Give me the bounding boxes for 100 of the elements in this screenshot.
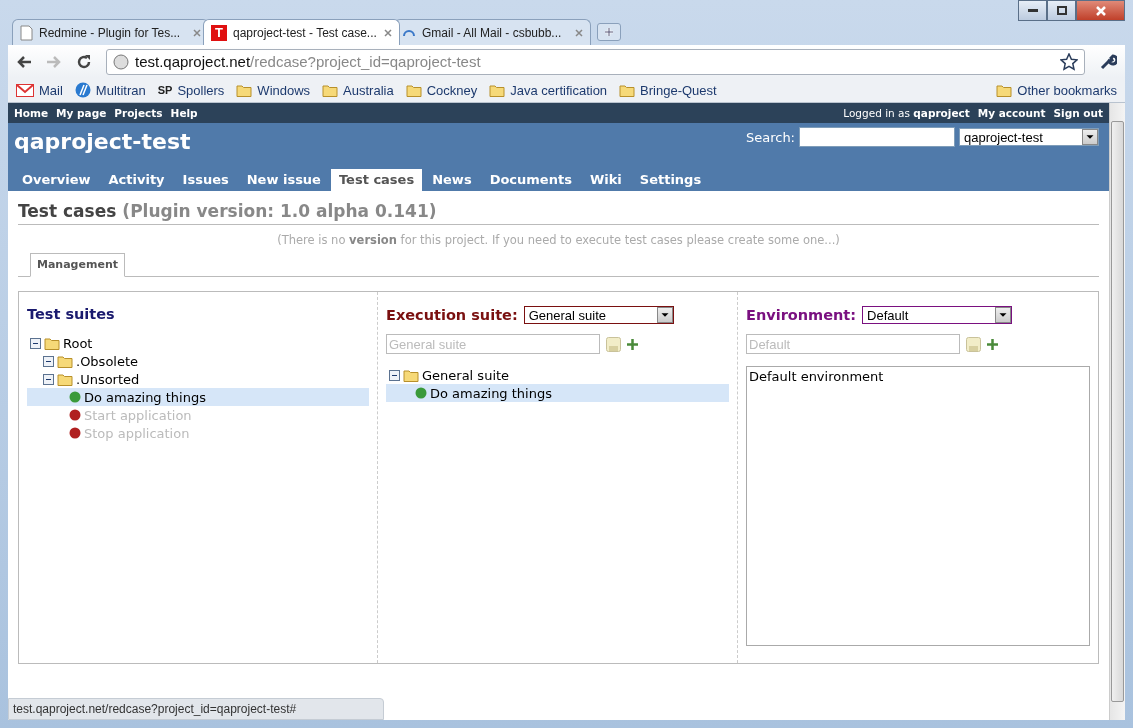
tree-folder[interactable]: Root	[27, 334, 369, 352]
folder-icon	[44, 336, 60, 350]
suite-name-field[interactable]: General suite	[386, 334, 600, 354]
top-menu-link[interactable]: My page	[56, 107, 107, 119]
top-menu-link[interactable]: Projects	[114, 107, 163, 119]
site-logo: SP	[157, 84, 173, 96]
bookmark-label: Multitran	[95, 82, 146, 98]
tree-folder[interactable]: General suite	[386, 366, 729, 384]
close-button[interactable]	[1076, 0, 1125, 21]
bookmark-link[interactable]: Windows	[236, 82, 311, 98]
project-tab[interactable]: Issues	[174, 169, 237, 191]
sub-tab[interactable]: Management	[30, 253, 125, 277]
bookmark-label: Bringe-Quest	[640, 82, 717, 98]
bookmark-link[interactable]: Bringe-Quest	[619, 82, 717, 98]
bookmark-label: Australia	[343, 82, 394, 98]
status-bar-url: test.qaproject.net/redcase?project_id=qaproject-test#	[8, 698, 384, 720]
collapse-icon[interactable]	[389, 369, 400, 381]
test-case-item[interactable]: Do amazing things	[27, 388, 369, 406]
bookmark-link[interactable]: Mail	[16, 82, 63, 98]
account-link[interactable]: Sign out	[1053, 107, 1103, 119]
star-icon[interactable]	[1060, 52, 1078, 71]
notice-text: (There is no version for this project. If you need to execute test cases please create some one...)	[276, 233, 841, 247]
top-menu-link[interactable]: Help	[170, 107, 198, 119]
project-tab[interactable]: New issue	[238, 169, 329, 191]
column-title: Environment:	[746, 307, 857, 323]
test-case-item[interactable]: Do amazing things	[386, 384, 729, 402]
page-heading: Test cases	[18, 201, 117, 221]
browser-tab[interactable]: T qaproject-test - Test case...	[203, 19, 400, 45]
column-title: Execution suite:	[386, 307, 518, 323]
bookmark-link[interactable]: Java certification	[489, 82, 608, 98]
folder-icon	[403, 368, 419, 382]
account-link[interactable]: My account	[977, 107, 1046, 119]
bookmark-label: Spollers	[177, 82, 225, 98]
environment-description[interactable]: Default environment	[746, 366, 1090, 646]
search-field[interactable]	[799, 127, 955, 147]
bookmark-label: Windows	[257, 82, 311, 98]
bookmark-link[interactable]: Multitran	[74, 82, 146, 98]
bookmark-link[interactable]: SP Spollers	[157, 82, 225, 98]
folder-icon	[57, 372, 73, 386]
close-icon[interactable]	[193, 28, 201, 37]
column-title: Test suites	[27, 306, 116, 322]
close-icon[interactable]	[575, 28, 583, 37]
loading-spinner-icon	[402, 28, 416, 37]
environment-name-field[interactable]: Default	[746, 334, 960, 354]
collapse-icon[interactable]	[30, 337, 41, 349]
environment-select[interactable]: Default	[862, 306, 1013, 324]
site-logo: T	[211, 24, 227, 41]
folder-icon	[322, 83, 339, 97]
dropdown-caret-icon	[656, 307, 673, 323]
bookmark-link[interactable]: Australia	[322, 82, 394, 98]
reload-icon[interactable]	[76, 53, 92, 70]
folder-icon	[619, 83, 636, 97]
scrollbar[interactable]	[1109, 103, 1125, 720]
collapse-icon[interactable]	[43, 355, 54, 367]
project-tab[interactable]: Overview	[14, 169, 99, 191]
project-tab[interactable]: Activity	[100, 169, 173, 191]
suite-select[interactable]: General suite	[523, 306, 674, 324]
add-icon[interactable]	[987, 338, 998, 350]
close-icon[interactable]	[384, 28, 392, 37]
plus-icon	[604, 27, 614, 37]
globe-icon	[113, 53, 129, 70]
address-bar[interactable]: test.qaproject.net/redcase?project_id=qaproject-test	[106, 48, 1085, 75]
wrench-icon[interactable]	[1099, 52, 1117, 71]
bookmark-label: Other bookmarks	[1017, 82, 1117, 98]
project-tab[interactable]: News	[424, 169, 480, 191]
page-icon	[20, 24, 33, 41]
maximize-icon	[1056, 6, 1067, 15]
top-menu-link[interactable]: Home	[14, 107, 49, 119]
tab-title: Redmine - Plugin for Tes...	[39, 25, 182, 40]
dropdown-caret-icon	[995, 307, 1012, 323]
project-select[interactable]: qaproject-test	[959, 128, 1099, 146]
collapse-icon[interactable]	[43, 373, 54, 385]
back-icon[interactable]	[16, 54, 32, 69]
plugin-version: (Plugin version: 1.0 alpha 0.141)	[122, 201, 437, 221]
logged-in-text: Logged in as qaproject	[843, 107, 970, 119]
close-icon	[1095, 5, 1106, 16]
project-tab[interactable]: Settings	[631, 169, 710, 191]
url-host: test.qaproject.net	[135, 53, 251, 70]
folder-icon	[996, 83, 1013, 97]
bookmark-link[interactable]: Cockney	[405, 82, 478, 98]
project-tab[interactable]: Documents	[481, 169, 580, 191]
bookmark-link[interactable]: Other bookmarks	[996, 82, 1117, 98]
minimize-button[interactable]	[1018, 0, 1047, 21]
folder-icon	[405, 83, 422, 97]
folder-icon	[236, 83, 253, 97]
tree-folder[interactable]: .Unsorted	[27, 370, 369, 388]
bookmark-label: Mail	[39, 82, 63, 98]
dropdown-caret-icon	[1082, 129, 1098, 145]
project-tab[interactable]: Wiki	[581, 169, 630, 191]
search-label: Search:	[745, 129, 795, 145]
add-icon[interactable]	[627, 338, 638, 350]
tab-title: Gmail - All Mail - csbubb...	[422, 25, 563, 40]
project-tab[interactable]: Test cases	[330, 169, 423, 191]
maximize-button[interactable]	[1047, 0, 1076, 21]
url-path: /redcase?project_id=qaproject-test	[250, 53, 481, 70]
minimize-icon	[1027, 9, 1038, 12]
folder-icon	[57, 354, 73, 368]
globe-icon	[74, 82, 91, 98]
tree-folder[interactable]: .Obsolete	[27, 352, 369, 370]
bookmark-label: Java certification	[510, 82, 608, 98]
